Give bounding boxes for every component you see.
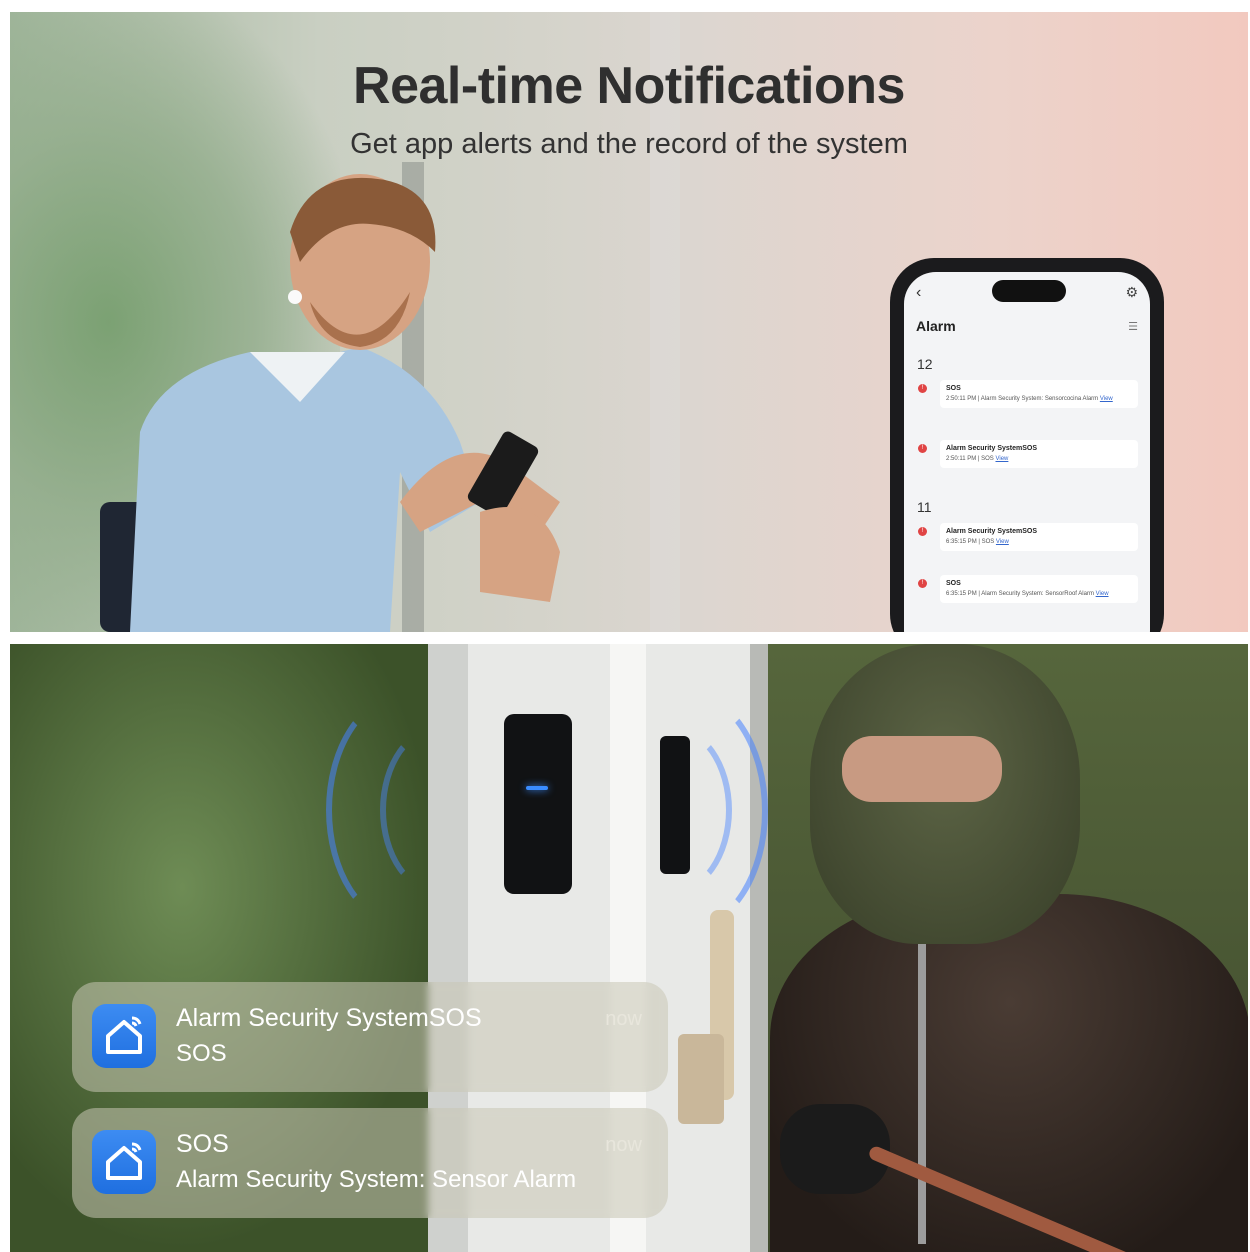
headline: Real-time Notifications <box>353 57 905 115</box>
view-link[interactable]: View <box>996 539 1009 545</box>
man-using-phone-photo <box>100 174 560 632</box>
intrusion-scene-panel: Alarm Security SystemSOS SOS now SOS Ala… <box>10 644 1248 1252</box>
notification-time: now <box>605 1008 642 1030</box>
notification-time: now <box>605 1134 642 1156</box>
door-sensor <box>504 714 572 894</box>
notification-body: SOS <box>176 1040 227 1067</box>
jacket-zipper <box>918 944 926 1244</box>
view-link[interactable]: View <box>995 456 1008 462</box>
date-group-label: 12 <box>917 356 933 372</box>
notifications-hero-panel: Real-time Notifications Get app alerts a… <box>10 12 1248 632</box>
alarm-dot-icon: ! <box>918 444 927 453</box>
smart-home-app-icon <box>92 1004 156 1068</box>
view-link[interactable]: View <box>1100 396 1113 402</box>
push-notification[interactable]: Alarm Security SystemSOS SOS now <box>72 982 668 1092</box>
alarm-dot-icon: ! <box>918 527 927 536</box>
burglar-jacket <box>770 894 1248 1252</box>
sensor-magnet <box>660 736 690 874</box>
push-notification[interactable]: SOS Alarm Security System: Sensor Alarm … <box>72 1108 668 1218</box>
date-group-label: 11 <box>917 499 932 515</box>
notification-body: Alarm Security System: Sensor Alarm <box>176 1166 577 1193</box>
notification-title: Alarm Security SystemSOS <box>176 1004 482 1032</box>
list-menu-icon[interactable]: ☰ <box>1128 320 1138 333</box>
subheadline: Get app alerts and the record of the sys… <box>350 128 908 160</box>
door-handle-plate <box>678 1034 724 1124</box>
view-link[interactable]: View <box>1096 591 1109 597</box>
door-frame-edge <box>750 644 768 1252</box>
chevron-left-icon[interactable]: ‹ <box>916 284 921 302</box>
sensor-led-indicator <box>526 786 548 790</box>
phone-mockup: ‹ ⚙ Alarm ☰ 12 ! SOS 2:50:11 PM | Alarm … <box>890 258 1164 632</box>
alarm-dot-icon: ! <box>918 384 927 393</box>
screen-title: Alarm <box>916 318 956 334</box>
alarm-history-screen: ‹ ⚙ Alarm ☰ 12 ! SOS 2:50:11 PM | Alarm … <box>904 272 1150 632</box>
signal-wave-icon <box>380 724 502 896</box>
burglar-eyes <box>842 736 1002 802</box>
gear-icon[interactable]: ⚙ <box>1125 284 1138 301</box>
smart-home-app-icon <box>92 1130 156 1194</box>
alarm-entry[interactable]: Alarm Security SystemSOS 2:50:11 PM | SO… <box>940 440 1138 468</box>
alarm-dot-icon: ! <box>918 579 927 588</box>
dynamic-island <box>992 280 1066 302</box>
alarm-entry[interactable]: SOS 6:35:15 PM | Alarm Security System: … <box>940 575 1138 603</box>
alarm-entry[interactable]: Alarm Security SystemSOS 6:35:15 PM | SO… <box>940 523 1138 551</box>
notification-title: SOS <box>176 1130 229 1158</box>
alarm-entry[interactable]: SOS 2:50:11 PM | Alarm Security System: … <box>940 380 1138 408</box>
